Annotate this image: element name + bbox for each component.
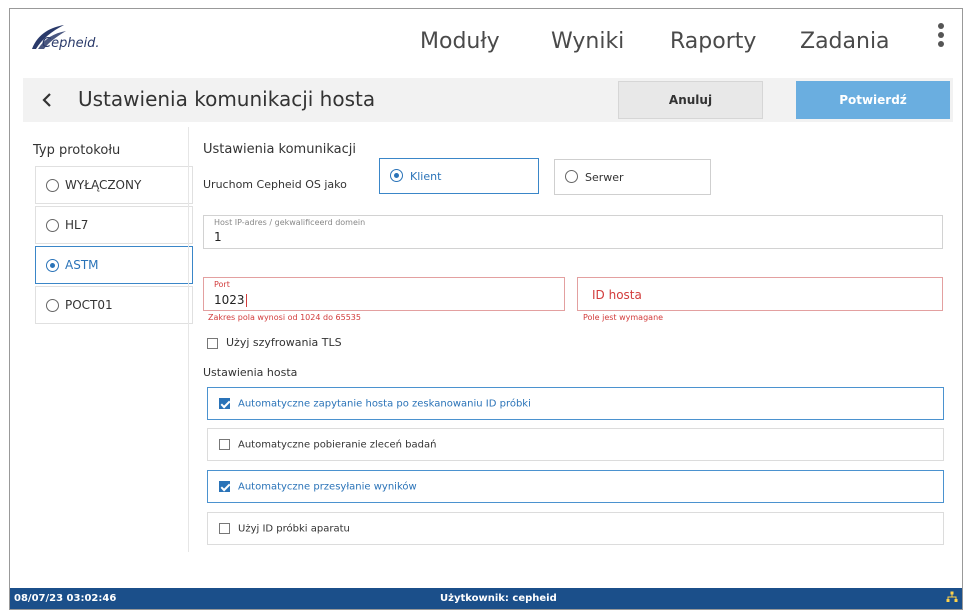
page-title: Ustawienia komunikacji hosta bbox=[78, 87, 376, 111]
mode-server-label: Serwer bbox=[585, 171, 624, 184]
cancel-button[interactable]: Anuluj bbox=[618, 81, 763, 119]
comm-heading: Ustawienia komunikacji bbox=[203, 142, 356, 157]
host-option-label: Automatyczne zapytanie hosta po zeskanow… bbox=[238, 398, 531, 410]
radio-icon bbox=[46, 299, 59, 312]
host-option-label: Automatyczne przesyłanie wyników bbox=[238, 481, 417, 493]
port-value-text: 1023 bbox=[214, 293, 245, 307]
run-as-label: Uruchom Cepheid OS jako bbox=[203, 178, 347, 191]
host-ip-field[interactable]: Host IP-adres / gekwalificeerd domein 1 bbox=[203, 215, 943, 249]
mode-client-label: Klient bbox=[410, 170, 442, 183]
column-divider bbox=[188, 127, 189, 552]
host-heading: Ustawienia hosta bbox=[203, 366, 298, 379]
port-error: Zakres pola wynosi od 1024 do 65535 bbox=[208, 313, 361, 322]
host-option-auto-orders[interactable]: Automatyczne pobieranie zleceń badań bbox=[207, 428, 944, 461]
protocol-option-label: POCT01 bbox=[65, 298, 113, 312]
host-ip-value[interactable]: 1 bbox=[214, 230, 878, 244]
protocol-option-astm[interactable]: ASTM bbox=[35, 246, 193, 284]
port-label: Port bbox=[214, 280, 230, 289]
port-field[interactable]: Port 1023 bbox=[203, 277, 565, 311]
protocol-option-hl7[interactable]: HL7 bbox=[35, 206, 193, 244]
logo-text: Cepheid. bbox=[42, 36, 100, 51]
nav-zadania[interactable]: Zadania bbox=[800, 29, 890, 54]
checkbox-checked-icon[interactable] bbox=[219, 481, 230, 492]
protocol-panel: Typ protokołu WYŁĄCZONY HL7 ASTM POCT01 bbox=[23, 122, 193, 552]
mode-client-option[interactable]: Klient bbox=[379, 158, 539, 194]
radio-selected-icon bbox=[46, 259, 59, 272]
protocol-heading: Typ protokołu bbox=[33, 143, 121, 158]
protocol-option-poct01[interactable]: POCT01 bbox=[35, 286, 193, 324]
tls-checkbox-row[interactable]: Użyj szyfrowania TLS bbox=[207, 336, 342, 349]
radio-icon bbox=[46, 219, 59, 232]
protocol-option-label: ASTM bbox=[65, 258, 99, 272]
host-option-auto-query[interactable]: Automatyczne zapytanie hosta po zeskanow… bbox=[207, 387, 944, 420]
top-nav: Cepheid. Moduły Wyniki Raporty Zadania bbox=[10, 9, 962, 69]
host-option-auto-results[interactable]: Automatyczne przesyłanie wyników bbox=[207, 470, 944, 503]
host-option-instrument-id[interactable]: Użyj ID próbki aparatu bbox=[207, 512, 944, 545]
app-window: Cepheid. Moduły Wyniki Raporty Zadania U… bbox=[9, 8, 963, 610]
protocol-option-label: HL7 bbox=[65, 218, 89, 232]
checkbox-icon[interactable] bbox=[219, 523, 230, 534]
nav-moduly[interactable]: Moduły bbox=[420, 29, 500, 54]
current-user: Użytkownik: cepheid bbox=[440, 593, 557, 604]
back-button[interactable] bbox=[33, 85, 61, 115]
title-bar: Ustawienia komunikacji hosta Anuluj Potw… bbox=[23, 78, 953, 122]
network-icon bbox=[946, 591, 958, 606]
nav-raporty[interactable]: Raporty bbox=[670, 29, 756, 54]
host-option-label: Użyj ID próbki aparatu bbox=[238, 523, 350, 535]
host-id-placeholder: ID hosta bbox=[592, 288, 642, 302]
checkbox-checked-icon[interactable] bbox=[219, 398, 230, 409]
radio-selected-icon bbox=[390, 169, 403, 182]
cepheid-logo: Cepheid. bbox=[28, 23, 138, 59]
checkbox-icon[interactable] bbox=[219, 439, 230, 450]
radio-icon bbox=[46, 179, 59, 192]
port-value[interactable]: 1023 bbox=[214, 293, 538, 307]
kebab-vertical-icon[interactable] bbox=[936, 23, 946, 53]
host-ip-label: Host IP-adres / gekwalificeerd domein bbox=[214, 218, 366, 227]
status-bar: 08/07/23 03:02:46 Użytkownik: cepheid bbox=[10, 588, 962, 609]
host-id-field[interactable]: ID hosta bbox=[577, 277, 943, 311]
timestamp: 08/07/23 03:02:46 bbox=[14, 593, 117, 604]
confirm-button[interactable]: Potwierdź bbox=[796, 81, 950, 119]
host-id-error: Pole jest wymagane bbox=[583, 313, 664, 322]
protocol-option-label: WYŁĄCZONY bbox=[65, 178, 142, 192]
text-caret bbox=[245, 294, 247, 307]
tls-label: Użyj szyfrowania TLS bbox=[226, 336, 342, 349]
chevron-left-icon bbox=[42, 93, 51, 107]
mode-server-option[interactable]: Serwer bbox=[554, 159, 711, 195]
protocol-option-off[interactable]: WYŁĄCZONY bbox=[35, 166, 193, 204]
nav-wyniki[interactable]: Wyniki bbox=[551, 29, 624, 54]
tls-checkbox[interactable] bbox=[207, 337, 218, 349]
radio-icon bbox=[565, 170, 578, 183]
host-option-label: Automatyczne pobieranie zleceń badań bbox=[238, 439, 437, 451]
